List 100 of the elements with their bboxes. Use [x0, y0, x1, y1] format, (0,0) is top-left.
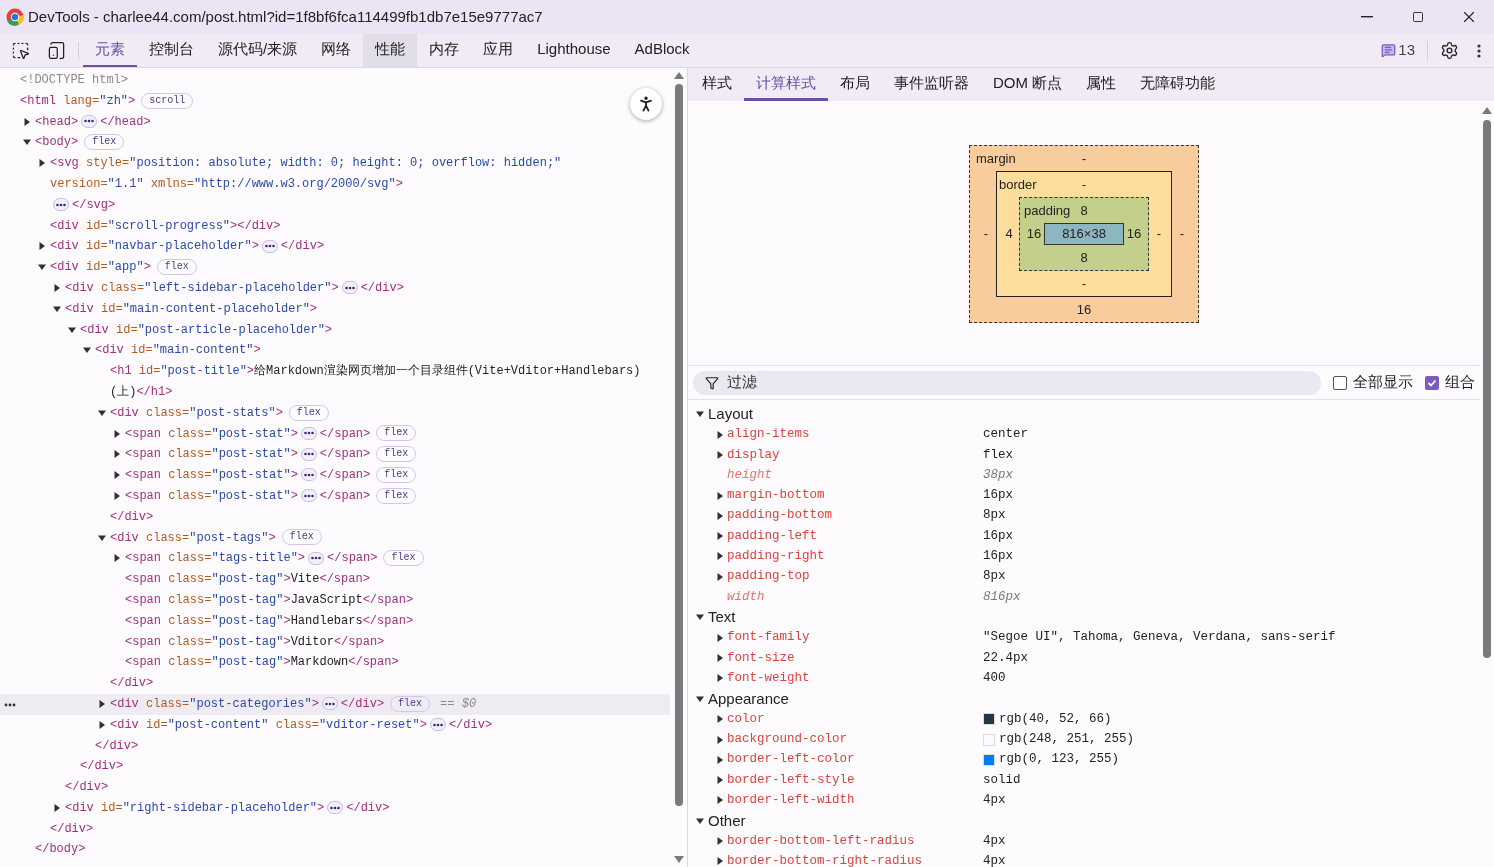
closing-tag: </span>: [319, 465, 371, 486]
panel-tab[interactable]: Lighthouse: [525, 34, 623, 67]
element-tag: <svg style="position: absolute; width: 0; height: 0; overflow: hidden;" version="1.1" xmlns="http://www.w3.org/2000/svg">: [50, 153, 663, 195]
collapsed-arrow-icon[interactable]: [716, 654, 724, 663]
group-heading[interactable]: Appearance: [708, 687, 789, 711]
collapsed-arrow-icon[interactable]: [113, 491, 121, 500]
expanded-arrow-icon[interactable]: [696, 410, 704, 419]
ellipsis-icon: [311, 556, 322, 561]
sidebar-tab[interactable]: 样式: [690, 68, 744, 101]
group-heading[interactable]: Other: [708, 809, 746, 833]
expanded-arrow-icon[interactable]: [696, 613, 704, 622]
collapsed-content-button[interactable]: [327, 801, 344, 815]
collapsed-arrow-icon[interactable]: [113, 429, 121, 438]
scrollbar-thumb[interactable]: [1483, 120, 1491, 658]
collapsed-arrow-icon[interactable]: [113, 450, 121, 459]
ellipsis-icon: [303, 493, 314, 498]
collapsed-arrow-icon[interactable]: [53, 803, 61, 812]
expanded-arrow-icon[interactable]: [68, 325, 76, 334]
sidebar-tab[interactable]: 计算样式: [744, 68, 828, 101]
collapsed-arrow-icon[interactable]: [716, 450, 724, 459]
sidebar-tab[interactable]: 事件监听器: [882, 68, 981, 101]
collapsed-arrow-icon[interactable]: [113, 554, 121, 563]
collapsed-arrow-icon[interactable]: [98, 699, 106, 708]
checkbox[interactable]: [1425, 375, 1439, 390]
collapsed-arrow-icon[interactable]: [716, 511, 724, 520]
group-heading[interactable]: Layout: [708, 403, 754, 426]
element-tag: <body>: [35, 132, 79, 154]
closing-tag: </span>: [319, 485, 371, 507]
collapsed-arrow-icon[interactable]: [716, 796, 724, 805]
scroll-up-arrow-icon[interactable]: [673, 72, 684, 79]
collapsed-arrow-icon[interactable]: [38, 159, 46, 168]
collapsed-content-button[interactable]: [300, 489, 317, 503]
collapsed-arrow-icon[interactable]: [716, 532, 724, 541]
checkbox[interactable]: [1333, 375, 1347, 390]
scroll-up-arrow-icon[interactable]: [1482, 107, 1492, 114]
color-swatch[interactable]: [983, 713, 995, 726]
element-tag: <html lang="zh">: [20, 90, 136, 112]
sidebar-tab[interactable]: 属性: [1074, 68, 1129, 101]
element-tag: <span class="post-tag">Vditor</span>: [125, 631, 385, 653]
property-value: 8px: [983, 568, 1006, 586]
collapsed-content-button[interactable]: [341, 281, 358, 295]
collapsed-arrow-icon[interactable]: [113, 471, 121, 480]
panel-tab[interactable]: AdBlock: [622, 34, 702, 67]
expanded-arrow-icon[interactable]: [23, 138, 31, 147]
panel-tab[interactable]: 性能: [363, 34, 418, 67]
collapsed-arrow-icon[interactable]: [716, 857, 724, 866]
collapsed-arrow-icon[interactable]: [716, 715, 724, 724]
collapsed-content-button[interactable]: [300, 426, 317, 440]
collapsed-arrow-icon[interactable]: [716, 735, 724, 744]
group-heading[interactable]: Text: [708, 606, 736, 629]
collapsed-content-button[interactable]: [300, 468, 317, 482]
closing-tag: </div>: [346, 797, 390, 819]
panel-tab[interactable]: 网络: [309, 34, 364, 67]
color-swatch[interactable]: [983, 733, 995, 746]
panel-tab[interactable]: 内存: [417, 34, 472, 67]
sidebar-tab[interactable]: DOM 断点: [981, 68, 1075, 101]
collapsed-arrow-icon[interactable]: [716, 837, 724, 846]
sidebar-tab[interactable]: 布局: [828, 68, 882, 101]
sidebar-tab[interactable]: 无障碍功能: [1128, 68, 1228, 101]
window-title: DevTools - charlee44.com/post.html?id=1f8bf6fca114499fb1db7e15e9777ac7: [28, 6, 543, 27]
collapsed-content-button[interactable]: [308, 551, 325, 565]
collapsed-arrow-icon[interactable]: [716, 633, 724, 642]
collapsed-content-button[interactable]: [81, 114, 98, 128]
expanded-arrow-icon[interactable]: [83, 346, 91, 355]
accessibility-button[interactable]: [630, 88, 663, 120]
collapsed-arrow-icon[interactable]: [716, 755, 724, 764]
panel-tab[interactable]: 源代码/来源: [206, 34, 310, 67]
collapsed-content-button[interactable]: [300, 447, 317, 461]
messages-button[interactable]: 13: [1375, 39, 1421, 62]
collapsed-content-button[interactable]: [53, 198, 69, 212]
collapsed-content-button[interactable]: [261, 239, 278, 253]
collapsed-arrow-icon[interactable]: [716, 552, 724, 561]
expanded-arrow-icon[interactable]: [98, 408, 106, 417]
scrollbar-thumb[interactable]: [674, 84, 683, 806]
scroll-down-arrow-icon[interactable]: [673, 856, 684, 863]
collapsed-arrow-icon[interactable]: [53, 283, 61, 292]
panel-tab[interactable]: 元素: [83, 34, 137, 67]
expanded-arrow-icon[interactable]: [98, 533, 106, 542]
collapsed-content-button[interactable]: [321, 697, 338, 711]
collapsed-arrow-icon[interactable]: [716, 430, 724, 439]
ellipsis-icon: [303, 431, 314, 436]
collapsed-arrow-icon[interactable]: [98, 720, 106, 729]
collapsed-arrow-icon[interactable]: [716, 776, 724, 785]
box-model-value: 4: [1005, 225, 1013, 244]
panel-tab[interactable]: 应用: [471, 34, 526, 67]
collapsed-arrow-icon[interactable]: [23, 117, 31, 126]
collapsed-content-button[interactable]: [429, 718, 446, 732]
more-dots-icon[interactable]: [4, 702, 16, 707]
box-model-value: 8: [1080, 248, 1088, 267]
expanded-arrow-icon[interactable]: [38, 263, 46, 272]
collapsed-arrow-icon[interactable]: [716, 572, 724, 581]
property-value: 400: [983, 670, 1006, 688]
panel-tab[interactable]: 控制台: [137, 34, 206, 67]
color-swatch[interactable]: [983, 753, 995, 766]
expanded-arrow-icon[interactable]: [53, 304, 61, 313]
expanded-arrow-icon[interactable]: [696, 694, 704, 703]
collapsed-arrow-icon[interactable]: [38, 242, 46, 251]
collapsed-arrow-icon[interactable]: [716, 674, 724, 683]
expanded-arrow-icon[interactable]: [696, 816, 704, 825]
collapsed-arrow-icon[interactable]: [716, 491, 724, 500]
